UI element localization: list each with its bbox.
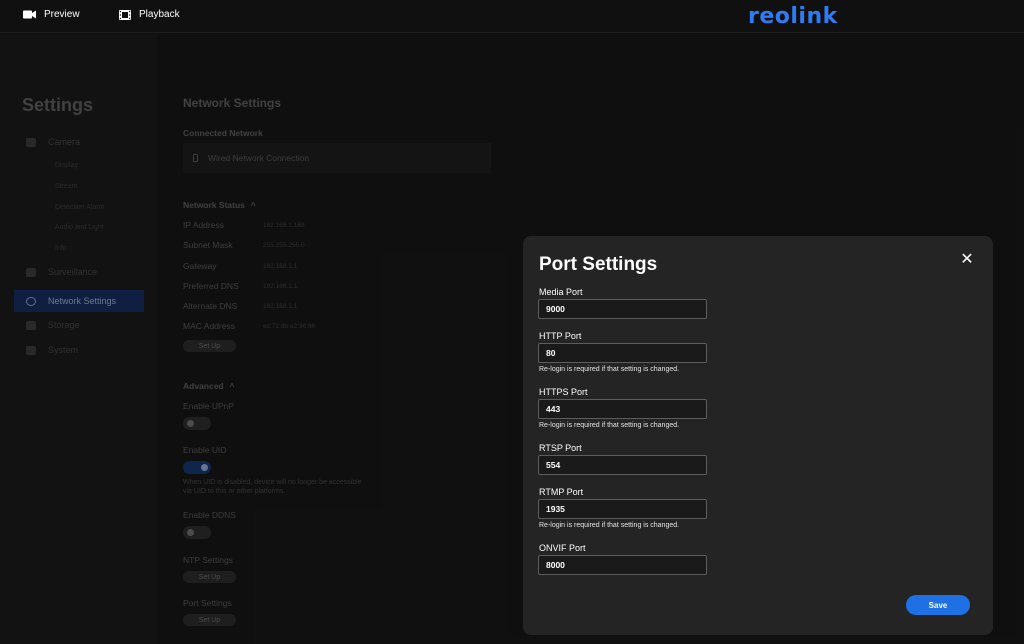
- gateway-value: 192.168.1.1: [263, 263, 298, 270]
- rtmp-port-label: RTMP Port: [539, 487, 584, 497]
- connected-network-heading: Connected Network: [183, 128, 263, 138]
- close-icon[interactable]: ✕: [959, 252, 975, 268]
- sidebar-item-label: System: [48, 345, 79, 355]
- enable-upnp-toggle[interactable]: [183, 417, 211, 430]
- enable-ddns-toggle[interactable]: [183, 526, 211, 539]
- reolink-logo: reolink: [748, 4, 838, 29]
- preview-tab[interactable]: Preview: [23, 9, 80, 20]
- settings-sidebar: Settings Camera Display Stream Detection…: [0, 34, 157, 644]
- enable-ddns-label: Enable DDNS: [183, 510, 236, 520]
- subnet-mask-label: Subnet Mask: [183, 240, 233, 250]
- sidebar-item-label: Storage: [48, 320, 80, 330]
- mac-address-value: ec:71:db:e2:38:66: [263, 323, 316, 330]
- ethernet-icon: [193, 154, 198, 162]
- connected-network-box[interactable]: Wired Network Connection: [183, 143, 491, 173]
- subnet-mask-value: 255.255.255.0: [263, 242, 305, 249]
- film-icon: [119, 9, 131, 20]
- sidebar-item-system[interactable]: System: [14, 339, 144, 361]
- preferred-dns-label: Preferred DNS: [183, 281, 239, 291]
- rtsp-port-label: RTSP Port: [539, 443, 582, 453]
- ip-address-label: IP Address: [183, 220, 224, 230]
- network-status-heading[interactable]: Network Status ^: [183, 200, 256, 210]
- enable-upnp-label: Enable UPnP: [183, 401, 235, 411]
- page-title: Network Settings: [183, 96, 282, 110]
- uid-note: When UID is disabled, device will no lon…: [183, 479, 362, 496]
- gateway-label: Gateway: [183, 261, 217, 271]
- advanced-heading[interactable]: Advanced ^: [183, 381, 234, 391]
- sidebar-subitem-stream[interactable]: Stream: [55, 183, 78, 190]
- port-settings-dialog: Port Settings ✕ Media Port HTTP Port Re-…: [523, 236, 993, 635]
- ip-address-value: 192.168.1.168: [263, 222, 305, 229]
- monitor-icon: [26, 267, 36, 277]
- save-button[interactable]: Save: [906, 595, 970, 615]
- sidebar-item-network-settings[interactable]: Network Settings: [14, 290, 144, 312]
- sidebar-subitem-display[interactable]: Display: [55, 162, 78, 169]
- advanced-label: Advanced: [183, 381, 224, 391]
- sidebar-item-label: Camera: [48, 137, 81, 147]
- sidebar-item-camera[interactable]: Camera: [14, 131, 144, 153]
- sidebar-item-label: Network Settings: [48, 296, 117, 306]
- enable-uid-label: Enable UID: [183, 445, 227, 455]
- sidebar-subitem-detection-alarm[interactable]: Detection Alarm: [55, 204, 104, 211]
- video-camera-icon: [23, 10, 36, 19]
- media-port-input[interactable]: [538, 299, 707, 319]
- alternate-dns-label: Alternate DNS: [183, 301, 238, 311]
- sidebar-subitem-info[interactable]: Info: [55, 245, 67, 252]
- gear-icon: [26, 345, 36, 355]
- https-port-hint: Re-login is required if that setting is …: [539, 422, 680, 429]
- rtmp-port-input[interactable]: [538, 499, 707, 519]
- sidebar-item-surveillance[interactable]: Surveillance: [14, 261, 144, 283]
- storage-icon: [26, 320, 36, 330]
- http-port-label: HTTP Port: [539, 331, 582, 341]
- toggle-knob: [187, 529, 194, 536]
- preferred-dns-value: 192.168.1.1: [263, 283, 298, 290]
- port-setup-button[interactable]: Set Up: [183, 614, 236, 626]
- mac-address-label: MAC Address: [183, 321, 235, 331]
- https-port-input[interactable]: [538, 399, 707, 419]
- playback-tab[interactable]: Playback: [119, 9, 180, 20]
- ntp-settings-label: NTP Settings: [183, 555, 233, 565]
- sidebar-item-storage[interactable]: Storage: [14, 314, 144, 336]
- https-port-label: HTTPS Port: [539, 387, 588, 397]
- toggle-knob: [187, 420, 194, 427]
- sidebar-title: Settings: [22, 95, 94, 115]
- onvif-port-input[interactable]: [538, 555, 707, 575]
- rtmp-port-hint: Re-login is required if that setting is …: [539, 522, 680, 529]
- sidebar-item-label: Surveillance: [48, 267, 98, 277]
- network-status-label: Network Status: [183, 200, 245, 210]
- top-bar: Preview Playback reolink: [0, 0, 1024, 33]
- preview-label: Preview: [44, 9, 80, 20]
- enable-uid-toggle[interactable]: [183, 461, 211, 474]
- network-setup-button[interactable]: Set Up: [183, 340, 236, 352]
- toggle-knob: [201, 464, 208, 471]
- port-settings-label: Port Settings: [183, 598, 232, 608]
- playback-label: Playback: [139, 9, 180, 20]
- chevron-up-icon: ^: [229, 382, 235, 391]
- http-port-input[interactable]: [538, 343, 707, 363]
- media-port-label: Media Port: [539, 287, 583, 297]
- chevron-up-icon: ^: [250, 201, 256, 210]
- ntp-setup-button[interactable]: Set Up: [183, 571, 236, 583]
- alternate-dns-value: 192.168.1.1: [263, 303, 298, 310]
- rtsp-port-input[interactable]: [538, 455, 707, 475]
- onvif-port-label: ONVIF Port: [539, 543, 586, 553]
- globe-icon: [26, 296, 36, 306]
- sidebar-subitem-audio-light[interactable]: Audio and Light: [55, 224, 104, 231]
- connected-network-value: Wired Network Connection: [208, 153, 310, 163]
- http-port-hint: Re-login is required if that setting is …: [539, 366, 680, 373]
- camera-icon: [26, 137, 36, 147]
- dialog-title: Port Settings: [539, 254, 658, 275]
